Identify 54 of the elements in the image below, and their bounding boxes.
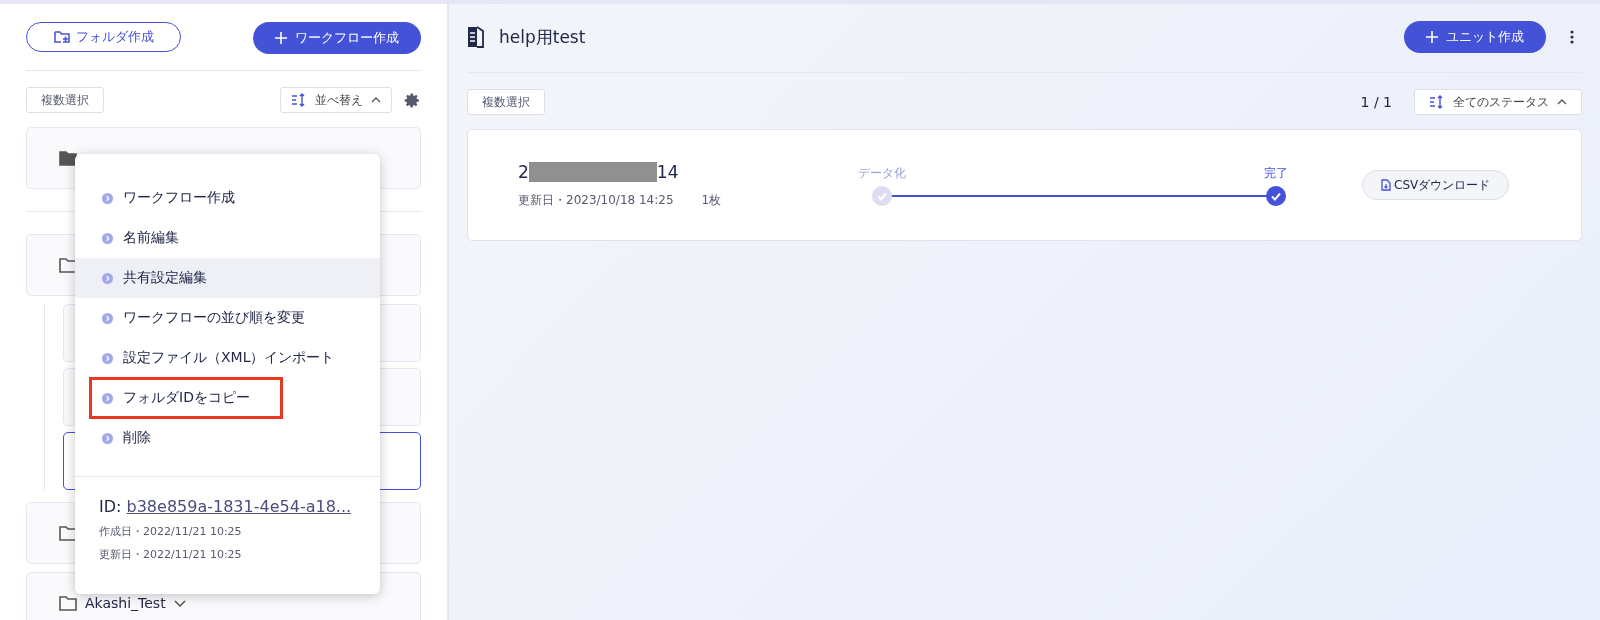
create-unit-button[interactable]: ユニット作成 <box>1404 21 1546 53</box>
folder-id-link[interactable]: b38e859a-1831-4e54-a18... <box>126 497 352 516</box>
create-workflow-button[interactable]: ワークフロー作成 <box>253 22 421 54</box>
chevron-circle-icon <box>102 312 113 324</box>
status-filter-button[interactable]: 全てのステータス <box>1414 89 1582 115</box>
chevron-up-icon <box>371 97 381 103</box>
menu-item-label: フォルダIDをコピー <box>123 389 250 407</box>
settings-icon[interactable] <box>404 91 421 109</box>
menu-item[interactable]: 共有設定編集 <box>75 258 380 298</box>
chevron-circle-icon <box>102 352 113 364</box>
menu-item[interactable]: ワークフローの並び順を変更 <box>75 298 380 338</box>
unit-title: 2 <box>518 161 529 182</box>
chevron-circle-icon <box>102 272 113 284</box>
document-icon <box>467 26 485 48</box>
updated-date: 更新日・2023/10/18 14:25 <box>518 191 674 209</box>
menu-item-label: 設定ファイル（XML）インポート <box>123 349 335 367</box>
step-label: データ化 <box>858 164 906 182</box>
step-label: 完了 <box>1264 164 1288 182</box>
menu-item[interactable]: 設定ファイル（XML）インポート <box>75 338 380 378</box>
pagination-text: 1 / 1 <box>1360 94 1392 110</box>
id-label: ID: <box>99 497 122 516</box>
sort-icon <box>291 93 307 107</box>
menu-item[interactable]: ワークフロー作成 <box>75 178 380 218</box>
page-title: help用test <box>499 25 586 49</box>
unit-card[interactable]: 2 14 更新日・2023/10/18 14:25 1枚 データ化 完了 CSVダウンロード <box>467 129 1582 241</box>
menu-item[interactable]: 削除 <box>75 418 380 458</box>
menu-item-label: ワークフローの並び順を変更 <box>123 309 305 327</box>
menu-item-label: 削除 <box>123 429 151 447</box>
csv-download-button[interactable]: CSVダウンロード <box>1362 170 1510 200</box>
updated-date: 更新日・2022/11/21 10:25 <box>99 547 243 562</box>
menu-item-label: 名前編集 <box>123 229 179 247</box>
more-icon[interactable] <box>1570 30 1574 44</box>
plus-icon <box>1426 31 1438 43</box>
file-download-icon <box>1381 179 1391 191</box>
sort-button[interactable]: 並べ替え <box>280 87 392 113</box>
multi-select-button[interactable]: 複数選択 <box>26 87 104 113</box>
multi-select-button[interactable]: 複数選択 <box>467 89 545 115</box>
unit-title: 14 <box>656 161 679 182</box>
menu-item-label: ワークフロー作成 <box>123 189 235 207</box>
menu-item[interactable]: 名前編集 <box>75 218 380 258</box>
chevron-circle-icon <box>102 192 113 204</box>
page-count: 1枚 <box>701 191 722 209</box>
chevron-up-icon <box>1557 99 1567 105</box>
chevron-circle-icon <box>102 432 113 444</box>
menu-item-label: 共有設定編集 <box>123 269 207 287</box>
chevron-circle-icon <box>102 392 113 404</box>
create-folder-button[interactable]: フォルダ作成 <box>26 22 181 52</box>
sort-icon <box>1429 95 1445 109</box>
folder-name: Akashi_Test <box>85 595 166 611</box>
plus-icon <box>275 32 287 44</box>
folder-plus-icon <box>53 29 70 45</box>
chevron-down-icon <box>173 599 186 607</box>
chevron-circle-icon <box>102 232 113 244</box>
created-date: 作成日・2022/11/21 10:25 <box>99 524 243 539</box>
